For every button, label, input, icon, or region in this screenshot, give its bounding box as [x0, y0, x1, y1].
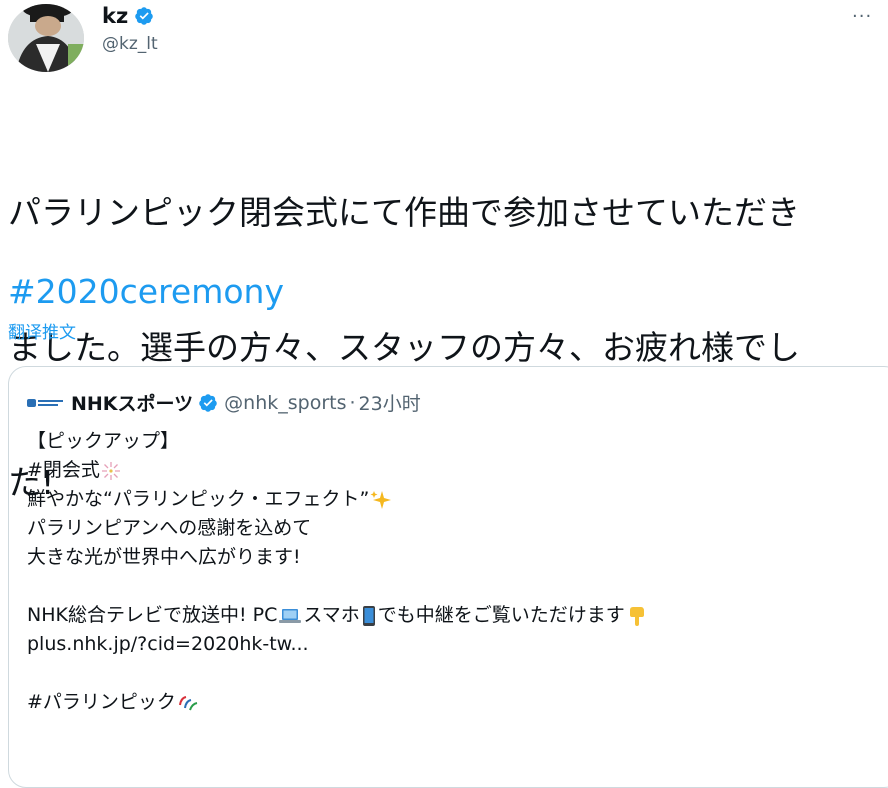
quoted-line: NHK総合テレビで放送中! PC スマホ でも中継をご覧いただけます — [27, 601, 887, 630]
translate-tweet-link[interactable]: 翻译推文 — [8, 318, 76, 343]
author-name-row[interactable]: kz — [102, 4, 154, 28]
quoted-tweet-time[interactable]: 23小时 — [359, 389, 421, 416]
fireworks-icon — [101, 461, 120, 480]
quoted-line-text: NHK総合テレビで放送中! PC — [27, 604, 278, 626]
pointing-down-icon — [629, 606, 644, 626]
quoted-line: plus.nhk.jp/?cid=2020hk-tw... — [27, 630, 887, 659]
closing-ceremony-hashtag[interactable]: #閉会式 — [27, 456, 100, 485]
verified-badge-icon — [199, 393, 217, 412]
quoted-tweet-card[interactable]: NHKスポーツ @nhk_sports · 23小时 【ピックアップ】 #閉会式 — [8, 366, 888, 788]
tweet-text-line: パラリンピック閉会式にて作曲で参加させていただき — [8, 193, 800, 232]
avatar[interactable] — [8, 4, 84, 72]
quoted-author-handle[interactable]: @nhk_sports — [224, 392, 346, 414]
quoted-line-text: スマホ — [303, 604, 360, 626]
quoted-author-name[interactable]: NHKスポーツ — [71, 389, 193, 416]
author-handle[interactable]: @kz_lt — [102, 34, 158, 54]
sparkles-icon — [370, 490, 392, 509]
quoted-line: 大きな光が世界中へ広がります! — [27, 543, 887, 572]
quoted-line-text: でも中継をご覧いただけます — [377, 604, 625, 626]
tweet-text-line: ました。選手の方々、スタッフの方々、お疲れ様でし — [8, 328, 800, 367]
paralympics-hashtag[interactable]: #パラリンピック — [27, 688, 176, 717]
quoted-line: #パラリンピック — [27, 688, 887, 717]
header-separator: · — [349, 391, 356, 414]
quoted-line-text: 鮮やかな“パラリンピック・エフェクト” — [27, 488, 370, 510]
laptop-icon — [279, 608, 302, 623]
nhk-plus-link[interactable]: plus.nhk.jp/?cid=2020hk-tw... — [27, 630, 309, 659]
quoted-line: 鮮やかな“パラリンピック・エフェクト” — [27, 485, 887, 514]
author-display-name[interactable]: kz — [102, 4, 128, 28]
paralympics-icon — [178, 695, 198, 710]
quoted-line: パラリンピアンへの感謝を込めて — [27, 514, 887, 543]
quoted-tweet-body: 【ピックアップ】 #閉会式 鮮やかな“パラリンピック・エフェクト” パラリンピア… — [27, 427, 887, 717]
mobile-phone-icon — [362, 605, 375, 626]
quoted-line-text: 大きな光が世界中へ広がります! — [27, 546, 301, 568]
nhk-sports-logo-icon — [27, 398, 63, 407]
hashtag-link[interactable]: #2020ceremony — [8, 272, 284, 311]
quoted-line: 【ピックアップ】 — [27, 427, 887, 456]
quoted-line: #閉会式 — [27, 456, 887, 485]
more-options-icon[interactable]: ··· — [852, 6, 872, 27]
quoted-tweet-header: NHKスポーツ @nhk_sports · 23小时 — [27, 389, 421, 416]
verified-badge-icon — [135, 7, 153, 25]
quoted-line-text: 【ピックアップ】 — [27, 430, 180, 452]
quoted-line-text: パラリンピアンへの感謝を込めて — [27, 517, 312, 539]
